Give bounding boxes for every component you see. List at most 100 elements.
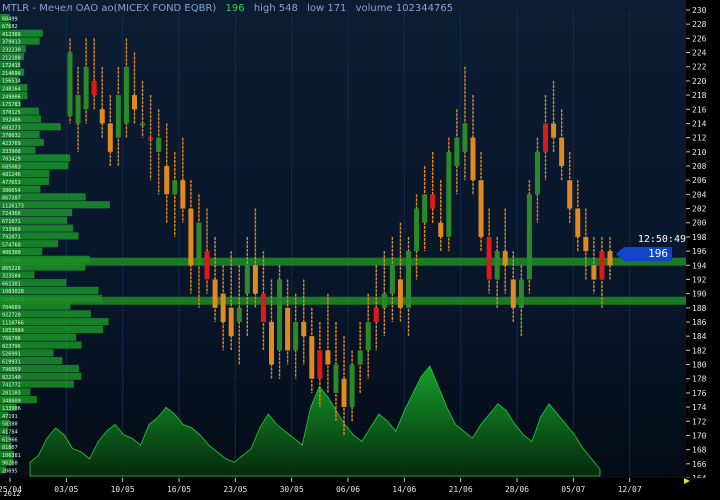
y-tick-label: 206 <box>692 176 707 185</box>
y-tick-label: 196 <box>692 247 707 256</box>
candle-body <box>212 279 218 308</box>
x-tick-label: 05/07 <box>561 485 585 494</box>
candle-body <box>140 123 146 126</box>
candle-body <box>180 180 186 209</box>
low-value: low 171 <box>307 3 347 14</box>
y-tick-label: 166 <box>692 460 707 469</box>
candle-body <box>430 194 436 209</box>
candle-body <box>67 52 73 117</box>
profile-label: 214690 <box>2 71 21 77</box>
profile-label: 423769 <box>2 141 21 147</box>
profile-label: 704689 <box>2 305 21 311</box>
y-tick-label: 178 <box>692 375 707 384</box>
candle-body <box>438 222 444 237</box>
profile-label: 60499 <box>2 16 18 22</box>
profile-label: 81807 <box>2 445 18 451</box>
candle-body <box>526 194 532 280</box>
y-tick-label: 228 <box>692 20 707 29</box>
profile-label: 323584 <box>2 274 21 280</box>
x-tick-label: 06/06 <box>336 485 360 494</box>
profile-label: 661381 <box>2 281 21 287</box>
y-tick-label: 216 <box>692 105 707 114</box>
candle-body <box>454 137 460 166</box>
candle-body <box>478 180 484 237</box>
candle-body <box>389 265 395 294</box>
candle-body <box>196 222 202 266</box>
y-tick-label: 222 <box>692 63 707 72</box>
profile-label: 1126173 <box>2 203 24 209</box>
y-tick-label: 208 <box>692 162 707 171</box>
y-tick-label: 168 <box>692 446 707 455</box>
candle-body <box>349 364 355 408</box>
candle-body <box>188 208 194 266</box>
candle-body <box>131 95 137 110</box>
profile-label: 96280 <box>2 461 18 467</box>
profile-label: 281103 <box>2 391 21 397</box>
candle-body <box>446 151 452 237</box>
candle-body <box>309 336 315 379</box>
candle-body <box>99 109 105 124</box>
level-band <box>0 296 686 305</box>
candle-body <box>373 307 379 322</box>
candle-body <box>244 265 250 294</box>
profile-label: 865226 <box>2 266 21 272</box>
candle-body <box>204 251 210 280</box>
candle-body <box>148 137 154 140</box>
y-tick-label: 172 <box>692 417 707 426</box>
profile-label: 406300 <box>2 250 21 256</box>
y-tick-label: 230 <box>692 6 707 15</box>
candle-body <box>534 151 540 195</box>
candle-body <box>422 194 428 223</box>
profile-label: 378032 <box>2 133 21 139</box>
profile-label: 603273 <box>2 125 21 131</box>
x-tick-label: 23/05 <box>223 485 247 494</box>
profile-label: 133906 <box>2 406 21 412</box>
y-tick-label: 180 <box>692 361 707 370</box>
candle-body <box>83 66 89 110</box>
current-price-marker: 196 <box>616 247 672 261</box>
candle-body <box>486 236 492 280</box>
profile-label: 481246 <box>2 172 21 178</box>
candle-body <box>510 279 516 308</box>
candle-body <box>341 378 347 408</box>
profile-label: 823796 <box>2 344 21 350</box>
candle-body <box>406 251 412 308</box>
profile-label: 370125 <box>2 110 21 116</box>
x-tick-label: 03/05 <box>54 485 78 494</box>
profile-label: 212188 <box>2 55 21 61</box>
candle-body <box>75 95 81 124</box>
profile-label: 58380 <box>2 422 18 428</box>
y-tick-label: 202 <box>692 205 707 214</box>
candle-body <box>543 123 549 152</box>
candle-body <box>252 265 258 294</box>
profile-label: 671071 <box>2 219 21 225</box>
profile-label: 741772 <box>2 383 21 389</box>
profile-label: 822140 <box>2 375 21 381</box>
profile-label: 1110766 <box>2 320 24 326</box>
y-tick-label: 226 <box>692 34 707 43</box>
candle-body <box>470 137 476 181</box>
candle-body <box>575 208 581 237</box>
profile-label: 619931 <box>2 359 21 365</box>
price-chart[interactable]: 6049967682412388379013232230212188172415… <box>0 0 720 500</box>
candle-body <box>107 123 113 152</box>
high-value: high 548 <box>253 3 298 14</box>
profile-label: 106381 <box>2 453 21 459</box>
profile-label: 47191 <box>2 414 18 420</box>
candle-body <box>599 251 605 280</box>
candle-body <box>268 322 274 365</box>
candle-body <box>567 180 573 209</box>
profile-label: 392486 <box>2 118 21 124</box>
x-tick-label: 21/06 <box>449 485 473 494</box>
profile-label: 41784 <box>2 430 18 436</box>
candle-body <box>591 265 597 280</box>
candle-body <box>325 350 331 365</box>
profile-label: 1053984 <box>2 328 24 334</box>
x-tick-label: 14/06 <box>392 485 416 494</box>
chart-window[interactable]: 60499 67682 412388 379013 232230 212188 172415… <box>0 0 720 500</box>
candle-body <box>397 279 403 308</box>
candle-body <box>333 364 339 393</box>
y-tick-label: 224 <box>692 49 707 58</box>
candle-body <box>502 251 508 266</box>
y-tick-label: 220 <box>692 77 707 86</box>
